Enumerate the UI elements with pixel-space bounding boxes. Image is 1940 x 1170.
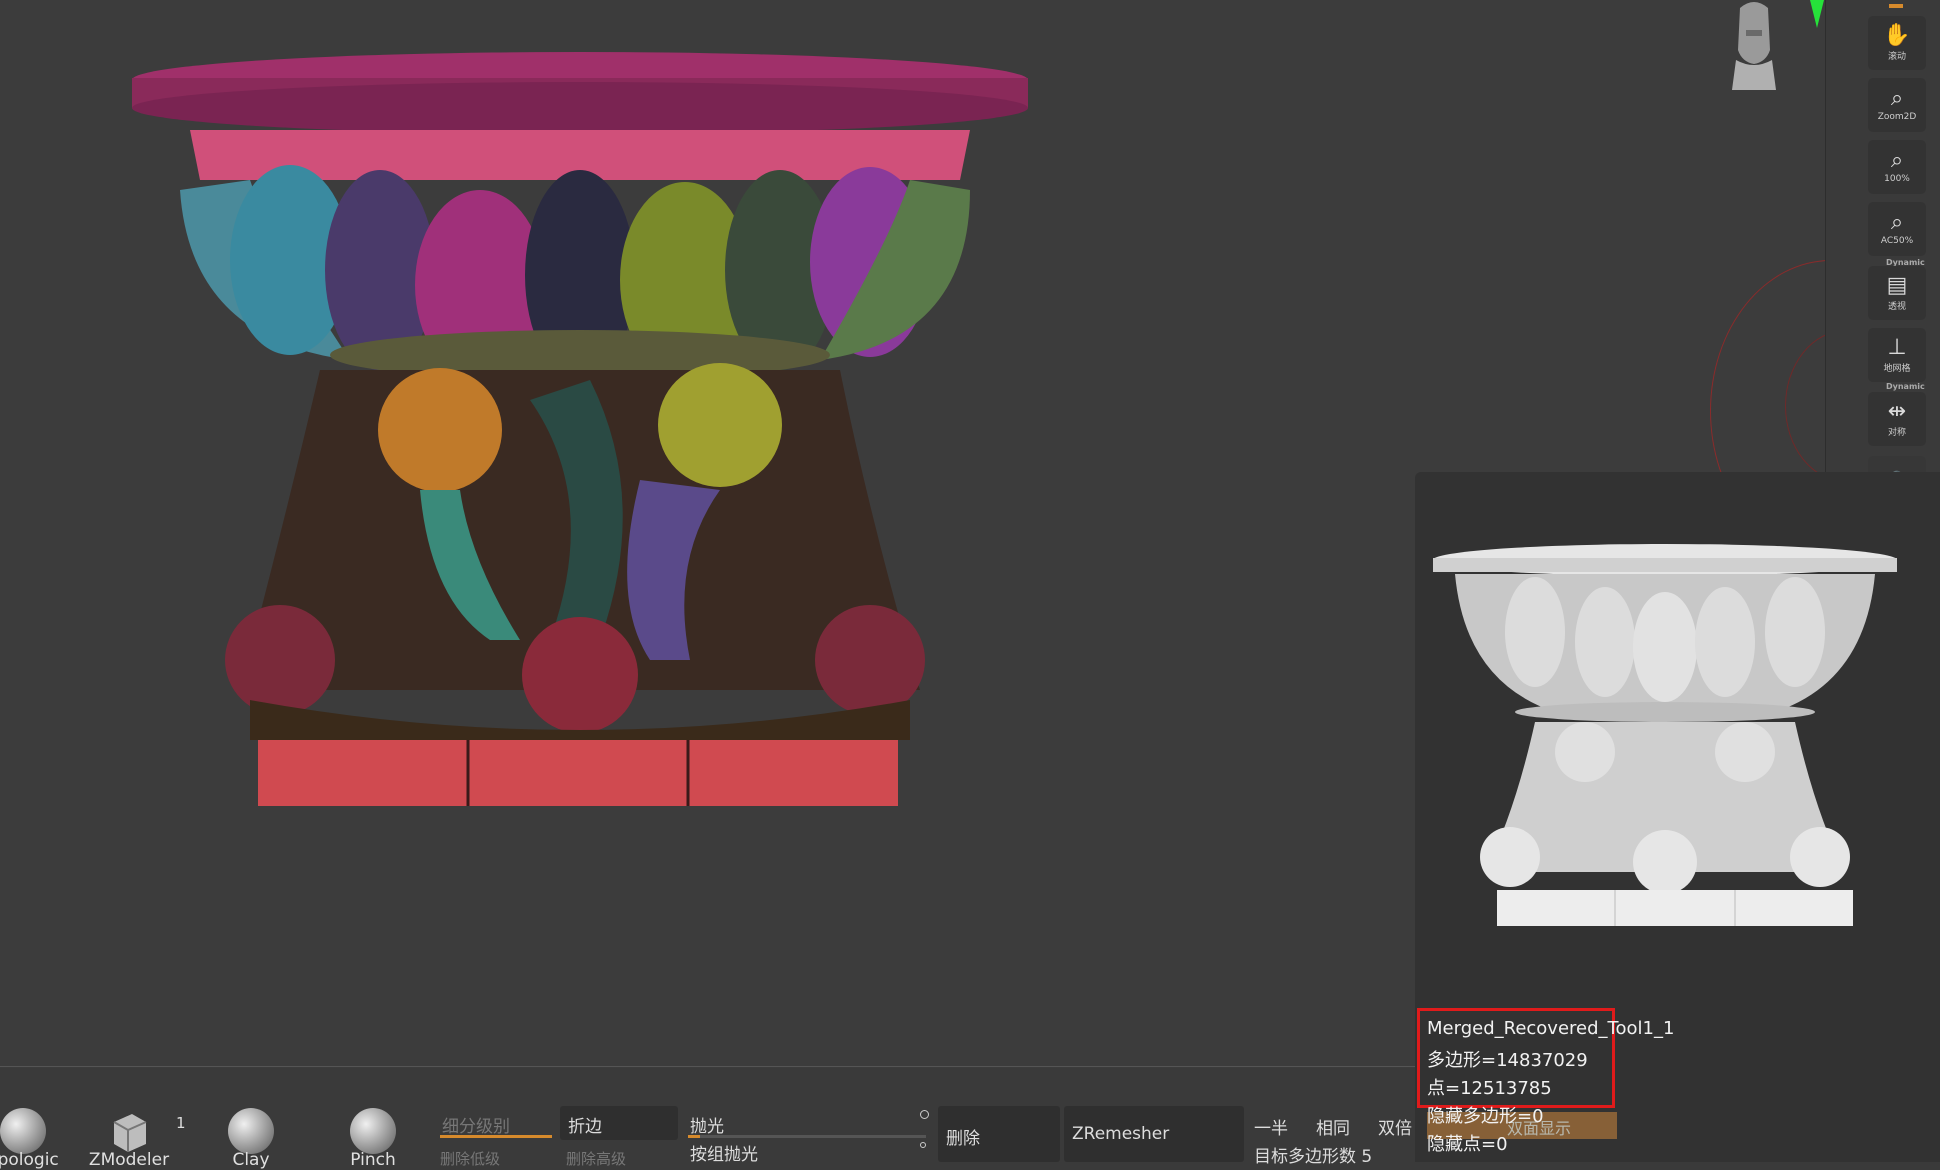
same-button[interactable]: 相同 bbox=[1316, 1114, 1350, 1139]
zoom-100-button[interactable]: ⌕ 100% bbox=[1868, 140, 1926, 194]
scroll-hand-icon: ✋ bbox=[1883, 22, 1911, 48]
topologic-brush-icon bbox=[0, 1108, 46, 1154]
floor-grid-button[interactable]: ⊥ 地网格 bbox=[1868, 328, 1926, 382]
brush-pinch[interactable]: Pinch bbox=[318, 1108, 428, 1170]
delete-button[interactable]: 删除 bbox=[938, 1106, 1060, 1162]
brush-zmodeler[interactable]: ZModeler bbox=[74, 1108, 184, 1170]
polish-track bbox=[688, 1135, 926, 1138]
axis-marker-icon bbox=[1810, 0, 1824, 28]
hidden-point-count: 隐藏点=0 bbox=[1427, 1134, 1508, 1155]
polygon-count: 多边形=14837029 bbox=[1427, 1050, 1588, 1071]
model-preview-thumbnail bbox=[1433, 544, 1897, 926]
zremesher-button[interactable]: ZRemesher bbox=[1064, 1106, 1244, 1162]
head-orientation-icon[interactable] bbox=[1726, 0, 1782, 92]
zoom2d-icon: ⌕ bbox=[1890, 86, 1904, 111]
subdiv-level-track bbox=[440, 1135, 552, 1138]
brush-topologic[interactable]: opologic bbox=[0, 1108, 78, 1170]
dynamic-tag-2: Dynamic bbox=[1886, 382, 1925, 391]
group-polish-dot[interactable] bbox=[920, 1142, 926, 1148]
scroll-button[interactable]: ✋ 滚动 bbox=[1868, 16, 1926, 70]
double-button[interactable]: 双倍 bbox=[1378, 1114, 1412, 1139]
crease-button[interactable]: 折边 bbox=[560, 1106, 678, 1140]
perspective-button[interactable]: ▤ 透视 bbox=[1868, 266, 1926, 320]
half-button[interactable]: 一半 bbox=[1254, 1114, 1288, 1139]
zmodeler-count: 1 bbox=[176, 1114, 186, 1132]
symmetry-button[interactable]: ⇹ 对称 bbox=[1868, 392, 1926, 446]
clay-brush-icon bbox=[228, 1108, 274, 1154]
del-higher-button[interactable]: 删除高级 bbox=[566, 1148, 626, 1169]
tool-name: Merged_Recovered_Tool1_1 bbox=[1427, 1018, 1675, 1039]
symmetry-icon: ⇹ bbox=[1887, 398, 1907, 424]
del-lower-button[interactable]: 删除低级 bbox=[440, 1148, 500, 1169]
target-poly-count[interactable]: 目标多边形数 5 bbox=[1254, 1142, 1372, 1167]
zoom2d-button[interactable]: ⌕ Zoom2D bbox=[1868, 78, 1926, 132]
subdiv-level-slider[interactable]: 细分级别 bbox=[434, 1106, 558, 1140]
zoom-ac50-button[interactable]: ⌕ AC50% bbox=[1868, 202, 1926, 256]
pinch-brush-icon bbox=[350, 1108, 396, 1154]
group-polish-button[interactable]: 按组抛光 bbox=[690, 1140, 758, 1165]
polish-slider[interactable]: 抛光 bbox=[682, 1106, 932, 1140]
floor-grid-icon: ⊥ bbox=[1887, 334, 1907, 360]
zoom-ac50-icon: ⌕ bbox=[1890, 210, 1904, 235]
hidden-polygon-count: 隐藏多边形=0 bbox=[1427, 1106, 1544, 1127]
zmodeler-brush-icon bbox=[113, 1114, 147, 1152]
zoom-100-icon: ⌕ bbox=[1890, 148, 1904, 173]
perspective-icon: ▤ bbox=[1886, 272, 1908, 298]
point-count: 点=12513785 bbox=[1427, 1078, 1552, 1099]
polish-toggle-dot[interactable] bbox=[920, 1110, 929, 1119]
fountain-model-wireframe bbox=[132, 52, 1028, 806]
brush-clay[interactable]: Clay bbox=[196, 1108, 306, 1170]
shelf-indicator bbox=[1889, 4, 1903, 8]
